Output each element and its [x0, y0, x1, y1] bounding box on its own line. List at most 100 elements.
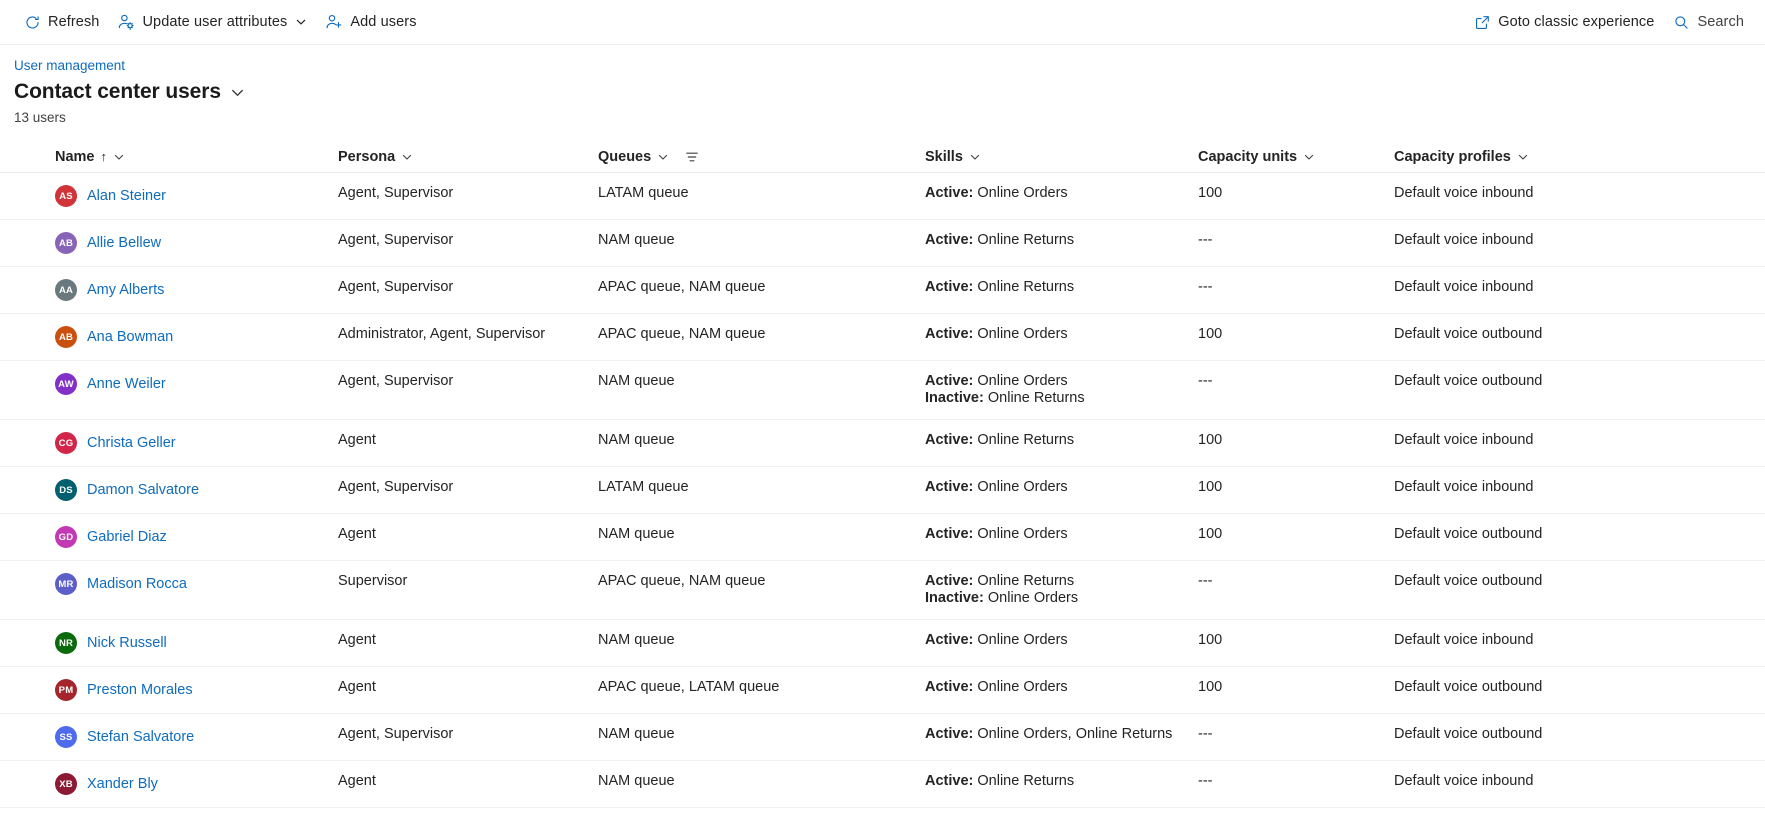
- avatar: CG: [55, 432, 77, 454]
- sort-ascending-icon: ↑: [100, 149, 108, 164]
- queues-cell: NAM queue: [598, 726, 675, 742]
- queues-cell: NAM queue: [598, 773, 675, 789]
- table-row[interactable]: AW Anne Weiler Agent, Supervisor NAM queue A…: [0, 361, 1765, 420]
- skill-value: Online Returns: [977, 232, 1075, 248]
- capacity-profiles-cell: Default voice outbound: [1394, 373, 1543, 389]
- name-cell: XB Xander Bly: [0, 761, 338, 807]
- name-cell: AW Anne Weiler: [0, 361, 338, 407]
- avatar-initials: AW: [58, 378, 74, 390]
- table-row[interactable]: AB Ana Bowman Administrator, Agent, Superv…: [0, 314, 1765, 361]
- name-cell: CG Christa Geller: [0, 420, 338, 466]
- user-name-link[interactable]: Ana Bowman: [87, 329, 173, 345]
- table-row[interactable]: MR Madison Rocca Supervisor APAC queue, NAM…: [0, 561, 1765, 620]
- table-row[interactable]: SS Stefan Salvatore Agent, Supervisor NAM q…: [0, 714, 1765, 761]
- skill-state: Active:: [925, 326, 974, 342]
- user-name-link[interactable]: Amy Alberts: [87, 282, 164, 298]
- update-user-attributes-button[interactable]: Update user attributes: [108, 6, 316, 38]
- column-header-capacity-units[interactable]: Capacity units: [1198, 149, 1394, 165]
- table-row[interactable]: NR Nick Russell Agent NAM queue Active: Onli…: [0, 620, 1765, 667]
- persona-cell: Agent: [338, 526, 376, 542]
- skills-cell: Active: Online Returns: [925, 761, 1198, 802]
- goto-classic-experience-button[interactable]: Goto classic experience: [1464, 6, 1663, 38]
- table-row[interactable]: GD Gabriel Diaz Agent NAM queue Active: Onli…: [0, 514, 1765, 561]
- user-name-link[interactable]: Alan Steiner: [87, 188, 166, 204]
- skill-line: Active: Online Orders: [925, 326, 1188, 343]
- capacity-profiles-cell: Default voice outbound: [1394, 526, 1543, 542]
- table-row[interactable]: AA Amy Alberts Agent, Supervisor APAC queue…: [0, 267, 1765, 314]
- skill-line: Active: Online Orders: [925, 185, 1188, 202]
- capacity-units-cell: 100: [1198, 185, 1223, 201]
- skill-state: Active:: [925, 773, 974, 789]
- user-name-link[interactable]: Christa Geller: [87, 435, 176, 451]
- chevron-down-icon[interactable]: [230, 84, 246, 100]
- capacity-profiles-cell: Default voice outbound: [1394, 679, 1543, 695]
- capacity-units-cell: ---: [1198, 726, 1213, 742]
- capacity-profiles-cell: Default voice outbound: [1394, 726, 1543, 742]
- add-users-button[interactable]: Add users: [316, 6, 425, 38]
- chevron-down-icon[interactable]: [400, 150, 414, 164]
- skill-value: Online Returns: [987, 390, 1085, 406]
- avatar-initials: AB: [58, 331, 74, 343]
- avatar-initials: SS: [59, 731, 73, 743]
- persona-cell: Administrator, Agent, Supervisor: [338, 326, 546, 342]
- capacity-units-cell: ---: [1198, 373, 1213, 389]
- user-name-link[interactable]: Nick Russell: [87, 635, 167, 651]
- name-cell: DS Damon Salvatore: [0, 467, 338, 513]
- capacity-profiles-cell: Default voice inbound: [1394, 232, 1534, 248]
- capacity-units-cell: 100: [1198, 679, 1223, 695]
- user-name-link[interactable]: Damon Salvatore: [87, 482, 199, 498]
- chevron-down-icon[interactable]: [1516, 150, 1530, 164]
- table-row[interactable]: AS Alan Steiner Agent, Supervisor LATAM que…: [0, 173, 1765, 220]
- chevron-down-icon[interactable]: [1302, 150, 1316, 164]
- table-row[interactable]: DS Damon Salvatore Agent, Supervisor LATAM …: [0, 467, 1765, 514]
- column-header-skills[interactable]: Skills: [925, 149, 1198, 165]
- user-name-link[interactable]: Stefan Salvatore: [87, 729, 194, 745]
- skill-line: Active: Online Returns: [925, 232, 1188, 249]
- persona-cell: Agent, Supervisor: [338, 185, 454, 201]
- column-header-name-label: Name: [55, 148, 95, 165]
- persona-cell: Agent: [338, 632, 376, 648]
- user-name-link[interactable]: Gabriel Diaz: [87, 529, 167, 545]
- capacity-profiles-cell: Default voice inbound: [1394, 773, 1534, 789]
- avatar: AW: [55, 373, 77, 395]
- skill-value: Online Orders: [977, 679, 1068, 695]
- table-row[interactable]: CG Christa Geller Agent NAM queue Active: On…: [0, 420, 1765, 467]
- user-name-link[interactable]: Anne Weiler: [87, 376, 166, 392]
- chevron-down-icon[interactable]: [112, 150, 126, 164]
- user-name-link[interactable]: Madison Rocca: [87, 576, 187, 592]
- avatar: SS: [55, 726, 77, 748]
- user-name-link[interactable]: Allie Bellew: [87, 235, 161, 251]
- avatar: AB: [55, 232, 77, 254]
- skill-state: Active:: [925, 573, 974, 589]
- table-row[interactable]: XB Xander Bly Agent NAM queue Active: Online…: [0, 761, 1765, 808]
- user-name-link[interactable]: Xander Bly: [87, 776, 158, 792]
- table-row[interactable]: PM Preston Morales Agent APAC queue, LATAM …: [0, 667, 1765, 714]
- skills-cell: Active: Online Orders: [925, 667, 1198, 708]
- skill-line: Active: Online Orders: [925, 479, 1188, 496]
- column-header-capacity-profiles[interactable]: Capacity profiles: [1394, 149, 1705, 165]
- queues-cell: NAM queue: [598, 232, 675, 248]
- refresh-button[interactable]: Refresh: [14, 6, 108, 38]
- user-name-link[interactable]: Preston Morales: [87, 682, 193, 698]
- breadcrumb-user-management[interactable]: User management: [14, 58, 125, 73]
- column-header-capacity-profiles-label: Capacity profiles: [1394, 148, 1511, 165]
- search-button[interactable]: Search: [1663, 6, 1753, 38]
- chevron-down-icon[interactable]: [968, 150, 982, 164]
- avatar: AB: [55, 326, 77, 348]
- column-header-persona[interactable]: Persona: [338, 149, 598, 165]
- column-header-name[interactable]: Name ↑: [0, 149, 338, 165]
- avatar: DS: [55, 479, 77, 501]
- name-cell: NR Nick Russell: [0, 620, 338, 666]
- name-cell: AB Ana Bowman: [0, 314, 338, 360]
- skill-value: Online Returns: [977, 573, 1075, 589]
- skill-state: Active:: [925, 726, 974, 742]
- name-cell: PM Preston Morales: [0, 667, 338, 713]
- chevron-down-icon[interactable]: [294, 16, 307, 29]
- chevron-down-icon[interactable]: [656, 150, 670, 164]
- name-cell: AA Amy Alberts: [0, 267, 338, 313]
- column-header-queues[interactable]: Queues: [598, 149, 925, 165]
- avatar: PM: [55, 679, 77, 701]
- table-row[interactable]: AB Allie Bellew Agent, Supervisor NAM queue…: [0, 220, 1765, 267]
- persona-cell: Agent: [338, 432, 376, 448]
- filter-icon[interactable]: [684, 149, 699, 164]
